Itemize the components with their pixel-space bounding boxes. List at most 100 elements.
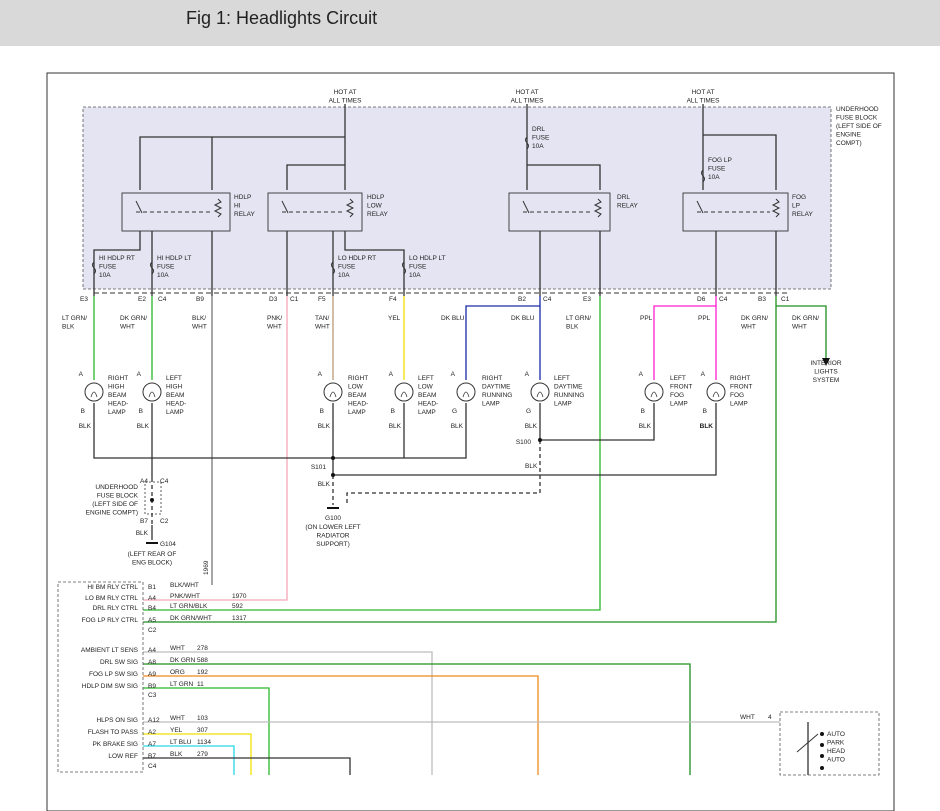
fog-relay-label: FOG (792, 194, 806, 201)
switch-dot (820, 732, 824, 736)
wire-color-label: TAN/ (315, 315, 330, 322)
wire-color-label: LT GRN/ (62, 315, 87, 322)
hot-at-all-times-label: HOT AT (334, 89, 357, 96)
lamp-label: HIGH (108, 384, 125, 391)
uh-fuse-block-label: UNDERHOOD (95, 484, 138, 491)
blk-label: BLK (525, 463, 538, 470)
drl-fuse-label: FUSE (532, 135, 550, 142)
drl-relay-label: RELAY (617, 203, 638, 210)
wire-color-label: WHT (315, 324, 330, 331)
module-wire-number: 192 (197, 669, 208, 676)
blk-label: BLK (700, 423, 714, 430)
lamp-label: DAYTIME (554, 384, 583, 391)
fog-relay-label: LP (792, 203, 800, 210)
switch-dot (820, 754, 824, 758)
wire-color-label: DK GRN/ (741, 315, 768, 322)
s100-dot (538, 438, 542, 442)
org-wire (143, 675, 539, 775)
module-pin-label: PK BRAKE SIG (92, 741, 138, 748)
hot-at-all-times-label: ALL TIMES (687, 98, 721, 105)
fog-fuse-label: 10A (708, 174, 720, 181)
pin-b-label: G (526, 408, 531, 415)
fuse-block-label: UNDERHOOD (836, 106, 879, 113)
connector-label: E3 (583, 296, 591, 303)
interior-lights-label: LIGHTS (814, 369, 838, 376)
connector-label: C1 (290, 296, 299, 303)
hdlp-hi-relay-label: HI (234, 203, 241, 210)
module-wire-number: 1134 (197, 739, 211, 746)
lo-hdlp-lt-fuse-label: LO HDLP LT (409, 255, 446, 262)
blk-label: BLK (136, 530, 149, 537)
hi-hdlp-rt-fuse-label: 10A (99, 272, 111, 279)
lamp-label: DAYTIME (482, 384, 511, 391)
module-pin-label: HLPS ON SIG (96, 717, 138, 724)
lamp-label: LOW (348, 384, 364, 391)
wire-color-label: WHT (120, 324, 135, 331)
lo-hdlp-rt-fuse-label: FUSE (338, 264, 356, 271)
fog-fuse-label: FUSE (708, 166, 726, 173)
module-pin-number: A8 (148, 659, 156, 666)
drl-fuse-label: DRL (532, 126, 545, 133)
module-pin-number: B7 (148, 753, 156, 760)
dk-grn-wht-wire (143, 296, 777, 623)
g100-label: G100 (325, 515, 341, 522)
g104-desc-label: ENG BLOCK) (132, 560, 172, 567)
lamp-label: LAMP (166, 409, 184, 416)
connector-label: B3 (758, 296, 766, 303)
blk-wire (143, 757, 351, 775)
lamp-label: RIGHT (482, 375, 502, 382)
lamp-label: LEFT (670, 375, 686, 382)
lamp-label: LOW (418, 384, 434, 391)
switch-dot (820, 766, 824, 770)
lamp-label: HIGH (166, 384, 183, 391)
module-wire-color: LT BLU (170, 739, 192, 746)
lamp-label: LAMP (348, 409, 366, 416)
module-pin-number: B1 (148, 584, 156, 591)
s101-dot (331, 473, 335, 477)
hdlp-hi-relay-label: RELAY (234, 211, 255, 218)
lamp-label: LAMP (554, 401, 572, 408)
hdlp-low-relay-label: LOW (367, 203, 383, 210)
module-pin-label: LOW REF (108, 753, 138, 760)
hi-hdlp-lt-fuse-label: HI HDLP LT (157, 255, 191, 262)
connector-label: B9 (196, 296, 204, 303)
module-wire-number: 103 (197, 715, 208, 722)
module-wire-color: PNK/WHT (170, 593, 200, 600)
fuse-block-label: ENGINE (836, 132, 862, 139)
a4-label: A4 (140, 478, 148, 485)
b7-label: B7 (140, 518, 148, 525)
ppl-wire (653, 296, 717, 380)
wire-color-label: DK BLU (511, 315, 535, 322)
lamp-label: HEAD- (108, 401, 128, 408)
pin-b-label: B (641, 408, 645, 415)
connector-label: C1 (781, 296, 790, 303)
module-wire-number: 11 (197, 681, 204, 688)
module-pin-label: LO BM RLY CTRL (85, 595, 138, 602)
s101-label: S101 (311, 464, 327, 471)
c2-label: C2 (160, 518, 169, 525)
module-wire-color: WHT (170, 715, 185, 722)
connector-label: B2 (518, 296, 526, 303)
lamp-label: BEAM (166, 392, 184, 399)
module-pin-label: HI BM RLY CTRL (87, 584, 138, 591)
blk-label: BLK (389, 423, 402, 430)
lamp-label: HEAD- (418, 401, 438, 408)
wire-color-label: YEL (388, 315, 401, 322)
s101-dot (331, 456, 335, 460)
pin-a-label: A (137, 371, 142, 378)
lo-hdlp-rt-fuse-label: LO HDLP RT (338, 255, 376, 262)
module-pin-number: C4 (148, 763, 157, 770)
lamp-label: RIGHT (348, 375, 368, 382)
lamp-label: FOG (730, 392, 744, 399)
blk-label: BLK (525, 423, 538, 430)
lamp-label: LEFT (554, 375, 570, 382)
module-pin-label: AMBIENT LT SENS (81, 647, 139, 654)
lamp-label: HEAD- (166, 401, 186, 408)
module-wire-number: 278 (197, 645, 208, 652)
wire-color-label: BLK (566, 324, 579, 331)
pin-b-label: B (81, 408, 85, 415)
blk-label: BLK (137, 423, 150, 430)
fog-fuse-label: FOG LP (708, 157, 732, 164)
module-wire-color: LT GRN/BLK (170, 603, 208, 610)
g104-desc-label: (LEFT REAR OF (128, 551, 177, 558)
